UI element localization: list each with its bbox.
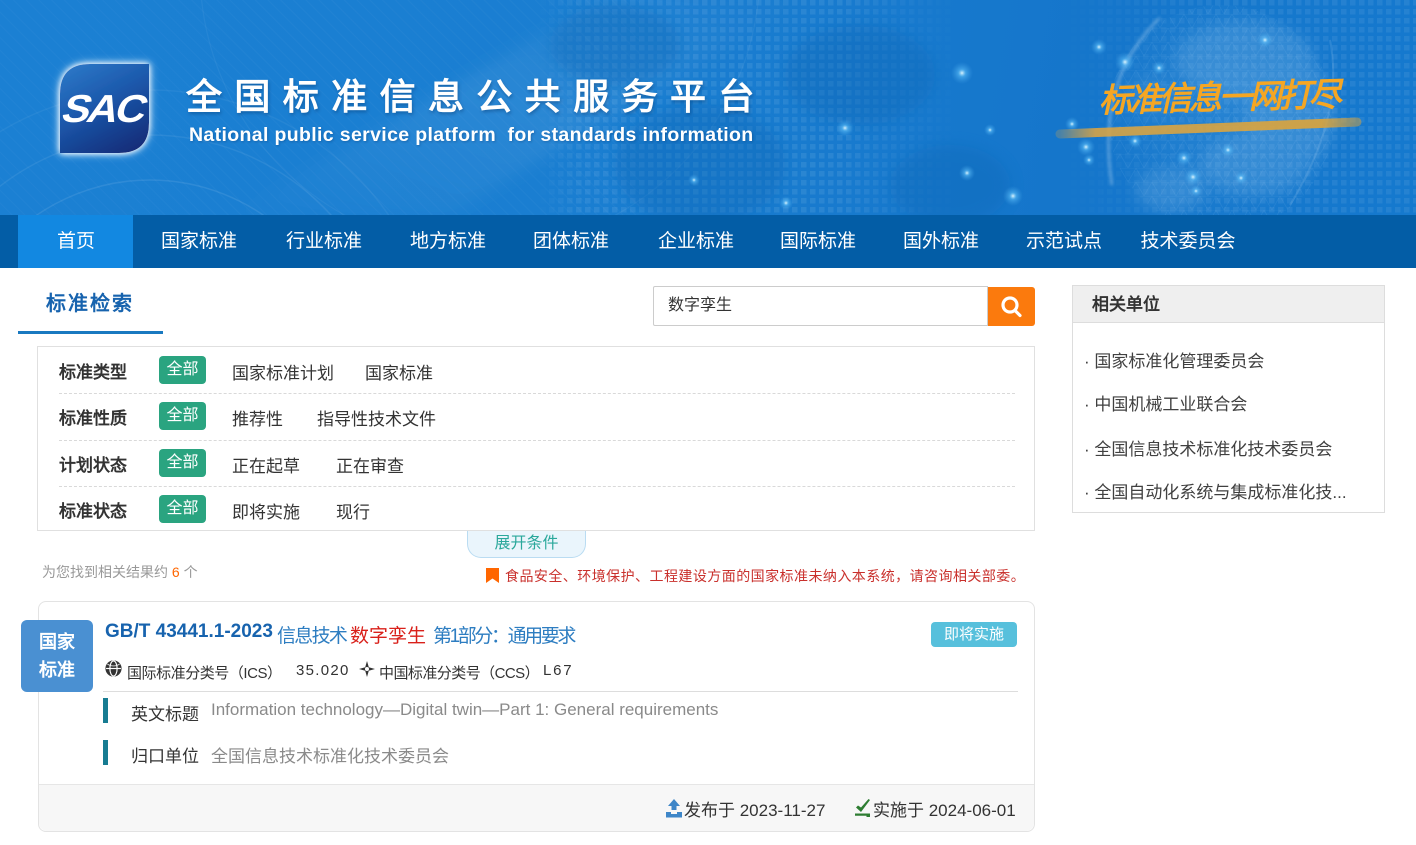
svg-text:SAC: SAC	[57, 86, 153, 130]
svg-text:标准信息一网打尽: 标准信息一网打尽	[1098, 76, 1345, 119]
